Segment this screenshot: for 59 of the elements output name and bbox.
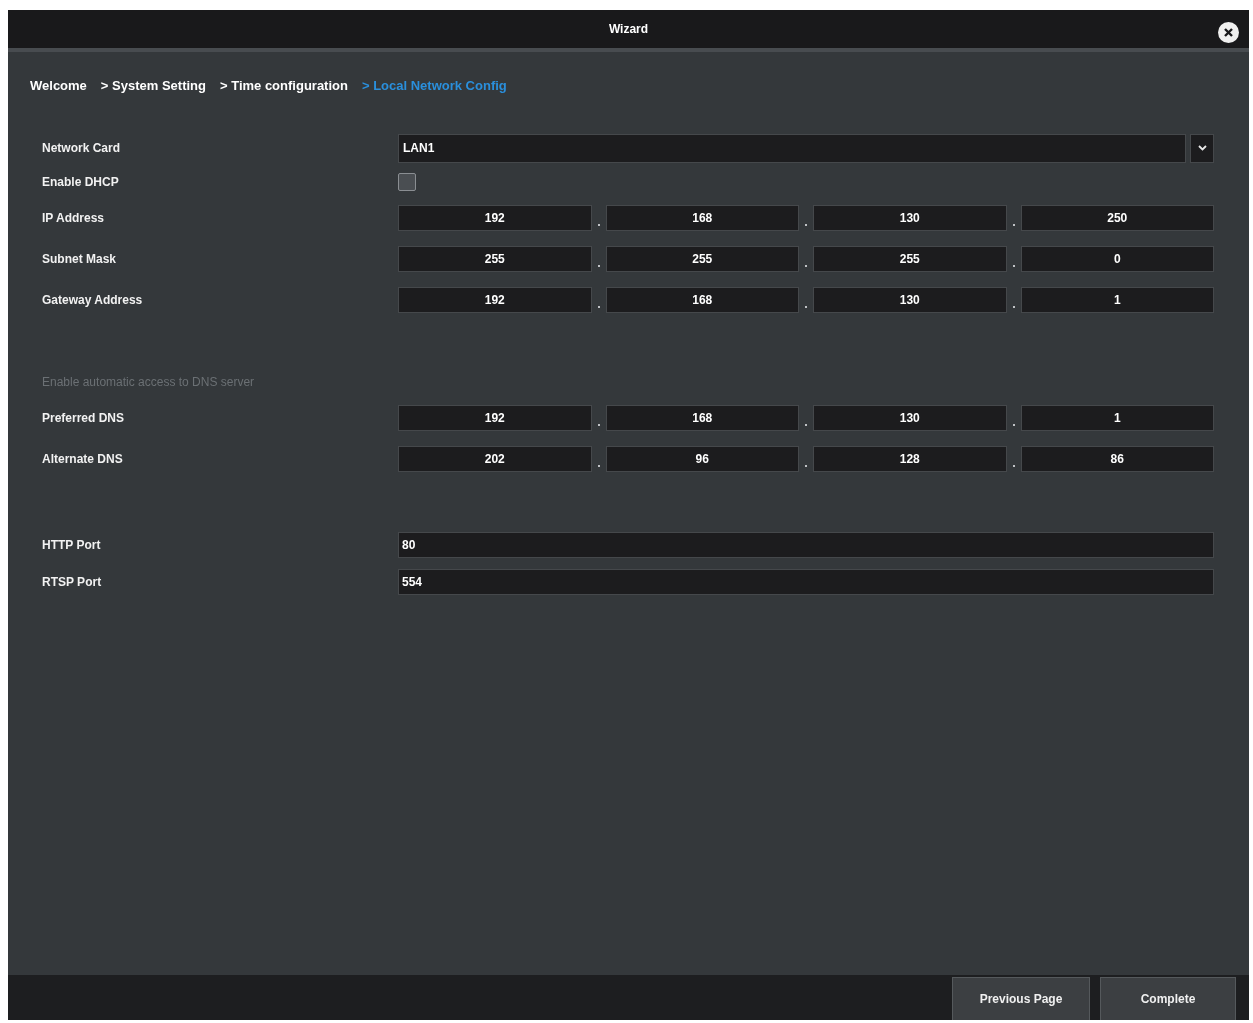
octet-input-field[interactable]: 130 bbox=[813, 204, 1007, 231]
field-label: Enable DHCP bbox=[42, 175, 120, 189]
dot-separator-icon bbox=[1012, 305, 1015, 308]
dot-separator-icon bbox=[1012, 423, 1015, 426]
field-label: Gateway Address bbox=[42, 292, 144, 307]
dot-separator-icon bbox=[805, 264, 807, 267]
octet-input-field[interactable]: 250 bbox=[1020, 204, 1214, 231]
octet-input-field[interactable]: 96 bbox=[605, 445, 799, 472]
octet-input-field[interactable]: 86 bbox=[1020, 445, 1214, 472]
octet-input-field[interactable]: 130 bbox=[813, 404, 1007, 431]
octet-input-field[interactable]: 130 bbox=[813, 286, 1007, 313]
window-title: Wizard bbox=[608, 22, 649, 36]
complete-button[interactable]: Complete bbox=[1100, 977, 1236, 1020]
field-label: IP Address bbox=[42, 210, 106, 225]
octet-input-field[interactable]: 168 bbox=[605, 286, 799, 313]
close-icon bbox=[1218, 22, 1239, 43]
dot-separator-icon bbox=[1012, 223, 1015, 226]
octet-input-field[interactable]: 255 bbox=[813, 245, 1007, 272]
dot-separator-icon bbox=[805, 305, 807, 308]
dns-option-label: Enable automatic access to DNS server bbox=[42, 375, 256, 389]
octet-input-field[interactable]: 202 bbox=[398, 445, 592, 472]
dhcp-checkbox[interactable] bbox=[398, 173, 416, 191]
field-label: Preferred DNS bbox=[42, 410, 126, 425]
port-input-field[interactable]: 80 bbox=[398, 531, 1214, 558]
dot-separator-icon bbox=[1012, 264, 1015, 267]
breadcrumb-step[interactable]: Welcome bbox=[30, 77, 87, 93]
dropdown-button[interactable] bbox=[1190, 133, 1214, 163]
breadcrumb-step[interactable]: > System Setting bbox=[100, 77, 206, 93]
dot-separator-icon bbox=[805, 423, 807, 426]
octet-input-field[interactable]: 192 bbox=[398, 286, 592, 313]
dot-separator-icon bbox=[597, 264, 600, 267]
octet-input-field[interactable]: 128 bbox=[813, 445, 1007, 472]
octet-input-field[interactable]: 255 bbox=[398, 245, 592, 272]
dot-separator-icon bbox=[805, 464, 807, 467]
octet-input-field[interactable]: 192 bbox=[398, 404, 592, 431]
octet-input-field[interactable]: 1 bbox=[1020, 404, 1214, 431]
previous-page-button[interactable]: Previous Page bbox=[952, 977, 1090, 1020]
octet-input-field[interactable]: 168 bbox=[605, 404, 799, 431]
breadcrumb-step[interactable]: > Time configuration bbox=[219, 77, 348, 93]
field-label: Alternate DNS bbox=[42, 451, 124, 466]
field-label: Subnet Mask bbox=[42, 251, 117, 266]
dot-separator-icon bbox=[597, 423, 600, 426]
dot-separator-icon bbox=[597, 223, 600, 226]
field-label: RTSP Port bbox=[42, 574, 103, 589]
octet-input-field[interactable]: 168 bbox=[605, 204, 799, 231]
dot-separator-icon bbox=[805, 223, 807, 226]
network-card-field[interactable]: LAN1 bbox=[398, 133, 1186, 163]
field-label: HTTP Port bbox=[42, 537, 102, 552]
octet-input-field[interactable]: 0 bbox=[1020, 245, 1214, 272]
dot-separator-icon bbox=[1012, 464, 1015, 467]
field-label: Network Card bbox=[42, 141, 122, 155]
octet-input-field[interactable]: 255 bbox=[605, 245, 799, 272]
dot-separator-icon bbox=[597, 464, 600, 467]
octet-input-field[interactable]: 1 bbox=[1020, 286, 1214, 313]
chevron-down-icon bbox=[1197, 145, 1207, 151]
port-input-field[interactable]: 554 bbox=[398, 568, 1214, 595]
octet-input-field[interactable]: 192 bbox=[398, 204, 592, 231]
dot-separator-icon bbox=[597, 305, 600, 308]
close-button[interactable] bbox=[1218, 22, 1239, 43]
